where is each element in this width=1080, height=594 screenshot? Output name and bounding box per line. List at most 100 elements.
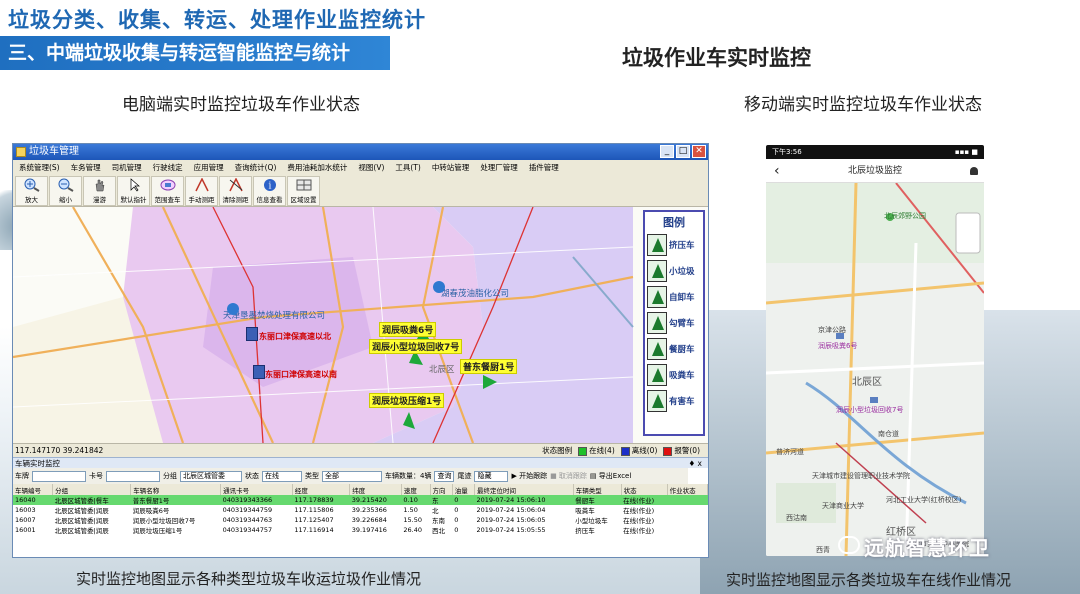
signal-icon: ▪▪▪ ■ bbox=[954, 148, 978, 156]
table-cell: 北辰区城管委|润辰 bbox=[54, 517, 109, 525]
menu-item[interactable]: 费用油耗加水统计 bbox=[287, 160, 347, 175]
table-cell: 0 bbox=[454, 526, 459, 534]
zoom-in-button[interactable]: 放大 bbox=[15, 176, 48, 206]
zoom-in-icon bbox=[24, 178, 40, 192]
table-cell: 吸粪车 bbox=[575, 507, 595, 515]
close-button[interactable]: ✕ bbox=[692, 145, 706, 158]
export-excel-button[interactable]: ▤ 导出Excel bbox=[590, 471, 631, 481]
back-icon[interactable]: ‹ bbox=[774, 159, 780, 183]
column-header[interactable]: 作业状态 bbox=[667, 484, 708, 495]
monitor-map[interactable]: 天津垦墨焚烧处理有限公司 湖春茂油脂化公司 东丽口津保高速以北 东丽口津保高速以… bbox=[13, 207, 708, 443]
column-header[interactable]: 车辆名称 bbox=[130, 484, 222, 495]
truck-label[interactable]: 润辰小型垃圾回收7号 bbox=[836, 405, 903, 415]
cancel-track-button[interactable]: ■ 取消跟踪 bbox=[550, 471, 587, 481]
column-header[interactable]: 经度 bbox=[292, 484, 351, 495]
default-pointer-button[interactable]: 默认指针 bbox=[117, 176, 150, 206]
pan-button[interactable]: 漫游 bbox=[83, 176, 116, 206]
tool-label: 信息查看 bbox=[256, 196, 283, 204]
column-header[interactable]: 状态 bbox=[621, 484, 668, 495]
table-cell: 润辰小型垃圾回收7号 bbox=[132, 517, 196, 525]
table-cell: 0 bbox=[454, 516, 459, 524]
table-row[interactable]: 16001 北辰区城管委|润辰 润辰垃圾压缩1号 040319344757 117.11… bbox=[13, 525, 708, 535]
table-header: 车辆编号 分组 车辆名称 通讯卡号 经度 纬度 速度 方向 油量 最终定位时间 … bbox=[13, 484, 708, 495]
truck-label[interactable]: 润辰小型垃圾回收7号 bbox=[369, 339, 463, 354]
app-icon bbox=[16, 147, 26, 157]
menu-item[interactable]: 工具(T) bbox=[395, 160, 420, 175]
table-cell: 在线(作业) bbox=[623, 527, 655, 535]
table-cell: 16040 bbox=[13, 495, 53, 505]
maximize-button[interactable]: □ bbox=[676, 145, 690, 158]
phone-map[interactable]: 北辰郊野公园 京津公路 北辰区 润辰吸粪6号 润辰小型垃圾回收7号 南仓道 天津… bbox=[766, 183, 984, 556]
area-settings-button[interactable]: 区域设置 bbox=[287, 176, 320, 206]
bell-icon[interactable] bbox=[970, 167, 978, 175]
table-cell: 普东餐厨1号 bbox=[130, 495, 221, 505]
column-header[interactable]: 最终定位时间 bbox=[474, 484, 574, 495]
mobile-bottom-caption: 实时监控地图显示各类垃圾车在线作业情况 bbox=[726, 571, 1012, 589]
legend-item: 餐厨车 bbox=[645, 336, 703, 362]
zoom-out-button[interactable]: 缩小 bbox=[49, 176, 82, 206]
table-cell: 在线(作业) bbox=[623, 507, 655, 515]
column-header[interactable]: 方向 bbox=[430, 484, 453, 495]
state-select[interactable]: 在线 bbox=[262, 470, 302, 482]
menu-item[interactable]: 查询统计(Q) bbox=[235, 160, 277, 175]
query-button[interactable]: 查询 bbox=[434, 470, 455, 482]
table-cell: 117.125407 bbox=[294, 516, 334, 524]
menu-item[interactable]: 司机管理 bbox=[112, 160, 142, 175]
column-header[interactable]: 油量 bbox=[452, 484, 475, 495]
mobile-app: 下午3:56 ▪▪▪ ■ ‹ 北辰垃圾监控 北辰郊野公园 京津公路 北辰区 润辰 bbox=[766, 145, 984, 556]
pc-app-window: 垃圾车管理 _ □ ✕ 系统管理(S) 车务管理 司机管理 行驶线定 应用管理 … bbox=[12, 143, 709, 558]
poi-pin-icon bbox=[227, 303, 239, 315]
truck-label[interactable]: 普东餐厨1号 bbox=[460, 359, 518, 374]
minimize-button[interactable]: _ bbox=[660, 145, 674, 158]
menu-item[interactable]: 应用管理 bbox=[194, 160, 224, 175]
online-swatch bbox=[578, 446, 588, 456]
measure-button[interactable]: 手动测距 bbox=[185, 176, 218, 206]
menu-item[interactable]: 行驶线定 bbox=[153, 160, 183, 175]
panel-pin-close[interactable]: ♦ x bbox=[688, 458, 708, 469]
menu-item[interactable]: 系统管理(S) bbox=[19, 160, 60, 175]
info-button[interactable]: i 信息查看 bbox=[253, 176, 286, 206]
menu-item[interactable]: 插件管理 bbox=[529, 160, 559, 175]
truck-label[interactable]: 润辰吸粪6号 bbox=[379, 322, 437, 337]
tool-label: 范围查车 bbox=[154, 196, 181, 204]
window-titlebar: 垃圾车管理 _ □ ✕ bbox=[13, 144, 708, 160]
clear-measure-button[interactable]: 清除测距 bbox=[219, 176, 252, 206]
filter-bar: 车牌 卡号 分组 北辰区城管委 状态 在线 类型 全部 车辆数量：4辆 查询 尾… bbox=[13, 468, 689, 484]
map-label: 西沽南 bbox=[786, 514, 807, 522]
column-header[interactable]: 纬度 bbox=[349, 484, 402, 495]
column-header[interactable]: 分组 bbox=[52, 484, 132, 495]
track-select[interactable]: 隐藏 bbox=[474, 470, 509, 482]
table-cell: 东 bbox=[430, 495, 453, 505]
group-select[interactable]: 北辰区城管委 bbox=[180, 470, 242, 482]
mobile-caption: 移动端实时监控垃圾车作业状态 bbox=[744, 95, 982, 115]
tool-label: 清除测距 bbox=[222, 196, 249, 204]
menu-item[interactable]: 中转站管理 bbox=[432, 160, 470, 175]
menu-item[interactable]: 处理厂管理 bbox=[480, 160, 518, 175]
column-header[interactable]: 速度 bbox=[401, 484, 431, 495]
zoom-out-icon bbox=[58, 178, 74, 192]
table-row[interactable]: 16007 北辰区城管委|润辰 润辰小型垃圾回收7号 040319344763 117.… bbox=[13, 515, 708, 525]
column-header[interactable]: 通讯卡号 bbox=[220, 484, 293, 495]
truck-arrow-icon bbox=[647, 364, 667, 386]
map-label: 天津商业大学 bbox=[822, 502, 864, 510]
menu-item[interactable]: 视图(V) bbox=[358, 160, 384, 175]
truck-label[interactable]: 润辰吸粪6号 bbox=[818, 341, 857, 351]
table-row[interactable]: 16040 北辰区城管委|餐车 普东餐厨1号 040319343366 117.1788… bbox=[13, 495, 708, 505]
column-header[interactable]: 车辆编号 bbox=[13, 484, 54, 495]
truck-label[interactable]: 润辰垃圾压缩1号 bbox=[369, 393, 445, 408]
menu-item[interactable]: 车务管理 bbox=[71, 160, 101, 175]
table-row[interactable]: 16003 北辰区城管委|润辰 润辰吸粪6号 040319344759 117.1158… bbox=[13, 505, 708, 515]
card-input[interactable] bbox=[106, 470, 160, 482]
start-track-button[interactable]: ▶ 开始跟踪 bbox=[511, 471, 547, 481]
tool-label: 缩小 bbox=[59, 196, 72, 204]
type-select[interactable]: 全部 bbox=[322, 470, 382, 482]
plate-input[interactable] bbox=[32, 470, 86, 482]
eraser-icon bbox=[228, 178, 243, 192]
panel-title: 车辆实时监控 ♦ x bbox=[13, 457, 708, 468]
column-header[interactable]: 车辆类型 bbox=[573, 484, 622, 495]
offline-count: 离线(0) bbox=[631, 446, 658, 455]
range-search-button[interactable]: 范围查车 bbox=[151, 176, 184, 206]
table-cell: 117.115806 bbox=[294, 506, 334, 514]
table-cell: 39.215420 bbox=[349, 495, 402, 505]
status-legend-label: 状态图例 bbox=[542, 446, 573, 455]
